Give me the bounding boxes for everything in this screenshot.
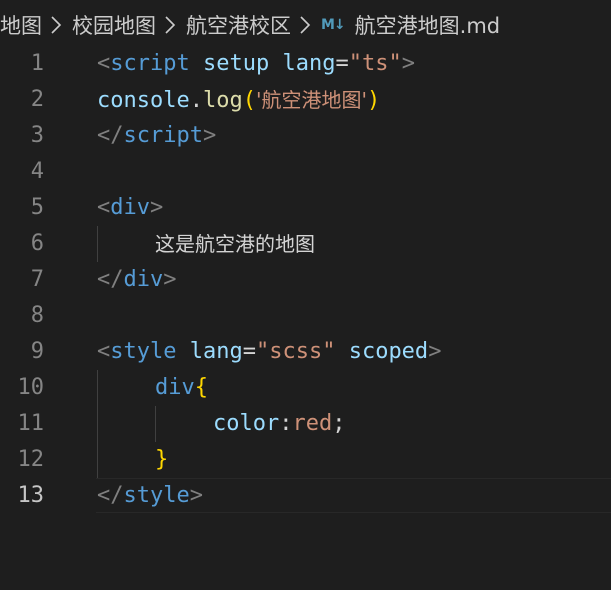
markdown-icon: M↓ [321, 17, 346, 33]
code-line: 11 color:red; [0, 406, 611, 442]
line-number: 11 [17, 411, 45, 436]
breadcrumb-item-file[interactable]: M↓ 航空港地图.md [321, 10, 500, 40]
chevron-right-icon [164, 14, 178, 36]
code-line: 10 div{ [0, 370, 611, 406]
breadcrumb: 地图 校园地图 航空港校区 M↓ 航空港地图.md [0, 0, 611, 50]
line-number: 9 [30, 339, 44, 364]
line-content: <div> [97, 195, 164, 220]
line-number: 10 [17, 375, 45, 400]
breadcrumb-item-map[interactable]: 地图 [0, 10, 42, 40]
line-content: 这是航空港的地图 [155, 232, 315, 256]
code-line: 1 <script setup lang="ts"> [0, 46, 611, 82]
line-content: color:red; [213, 411, 346, 436]
line-number: 5 [30, 195, 44, 220]
code-line: 2 console.log('航空港地图') [0, 82, 611, 118]
line-content: </div> [97, 267, 177, 292]
code-line-current: 13 </style> [0, 478, 611, 514]
line-number: 1 [30, 51, 44, 76]
line-content: <style lang="scss" scoped> [97, 339, 442, 364]
line-number: 6 [30, 231, 44, 256]
line-number: 8 [30, 303, 44, 328]
code-line: 4 [0, 154, 611, 190]
line-number: 12 [17, 447, 45, 472]
line-content: <script setup lang="ts"> [97, 51, 415, 76]
breadcrumb-item-campus-map[interactable]: 校园地图 [72, 10, 156, 40]
file-name: 航空港地图.md [354, 14, 501, 38]
chevron-right-icon [299, 14, 313, 36]
line-content: } [155, 447, 169, 472]
code-editor[interactable]: 1 <script setup lang="ts"> 2 console.log… [0, 46, 611, 590]
line-content: </style> [97, 483, 203, 508]
code-line: 6 这是航空港的地图 [0, 226, 611, 262]
line-content: div{ [155, 375, 208, 400]
line-number: 4 [30, 159, 44, 184]
code-line: 12 } [0, 442, 611, 478]
code-line: 3 </script> [0, 118, 611, 154]
code-line: 5 <div> [0, 190, 611, 226]
code-line: 8 [0, 298, 611, 334]
line-number: 3 [30, 123, 44, 148]
line-number: 7 [30, 267, 44, 292]
code-line: 9 <style lang="scss" scoped> [0, 334, 611, 370]
code-line: 7 </div> [0, 262, 611, 298]
line-content: console.log('航空港地图') [97, 88, 381, 113]
line-number: 2 [30, 87, 44, 112]
breadcrumb-item-airport-campus[interactable]: 航空港校区 [186, 10, 291, 40]
line-content: </script> [97, 123, 217, 148]
chevron-right-icon [50, 14, 64, 36]
line-number: 13 [17, 483, 45, 508]
